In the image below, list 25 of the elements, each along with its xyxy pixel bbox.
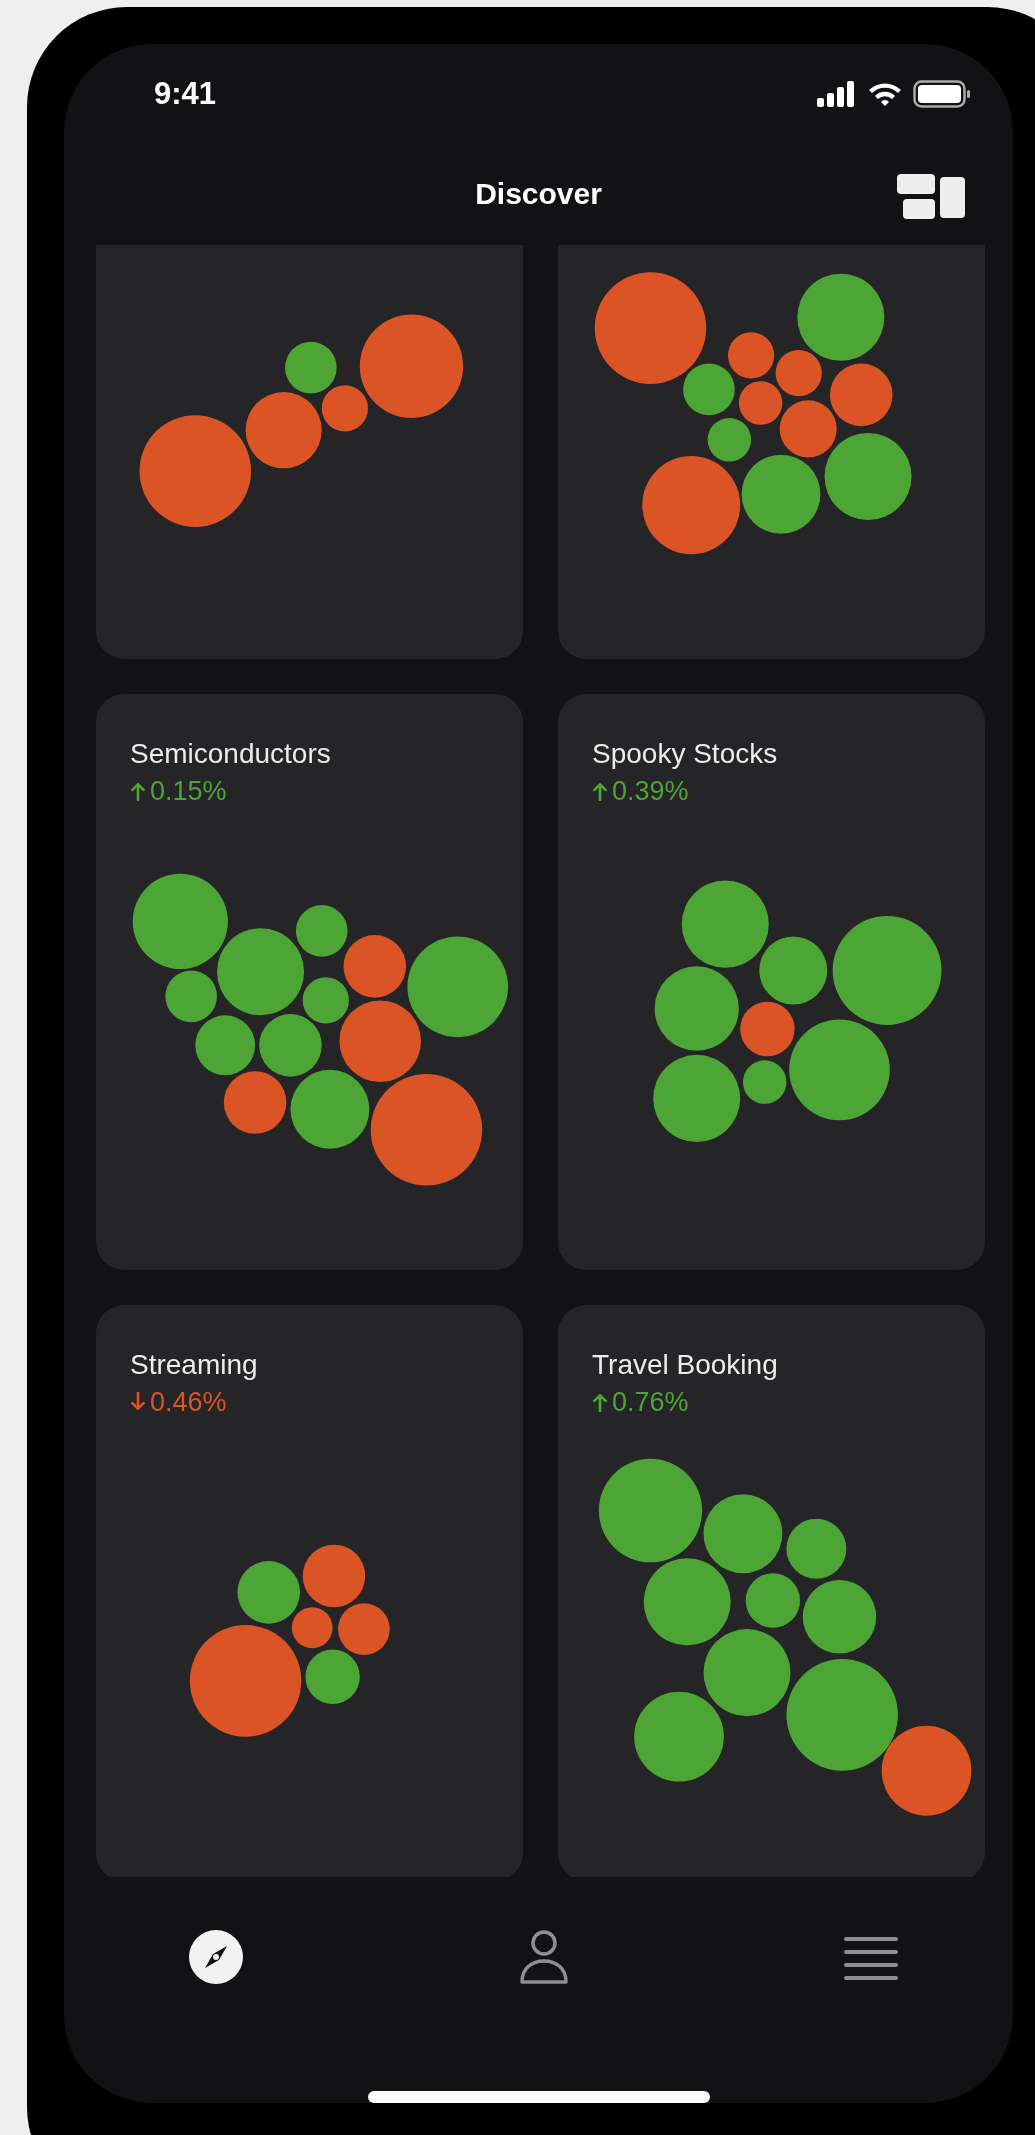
sector-title: Travel Booking (592, 1348, 779, 1381)
sector-title: Semiconductors (130, 737, 332, 770)
percent-change: 0.76% (612, 1386, 689, 1418)
up-arrow-icon (130, 781, 146, 802)
status-time: 9:41 (154, 75, 217, 112)
up-arrow-icon (592, 781, 608, 802)
up-arrow-icon (592, 1392, 608, 1413)
screen-title: Discover (475, 177, 602, 212)
sector-title: Streaming (130, 1348, 259, 1381)
down-arrow-icon (130, 1392, 146, 1413)
sector-card[interactable] (558, 244, 985, 659)
percent-change: 0.46% (150, 1386, 227, 1418)
percent-change: 0.39% (612, 775, 689, 807)
percent-change: 0.15% (150, 775, 227, 807)
sector-title: Spooky Stocks (592, 737, 779, 770)
sector-card[interactable]: Semiconductors 0.15% (96, 693, 523, 1270)
sector-card[interactable]: Spooky Stocks 0.39% (558, 693, 985, 1270)
layout-icon (897, 173, 965, 220)
sector-card[interactable] (96, 244, 523, 659)
signal-icon (817, 80, 857, 107)
battery-icon (913, 79, 971, 108)
person-icon (518, 1929, 569, 1986)
sector-card[interactable]: Travel Booking 0.76% (558, 1304, 985, 1878)
sector-card[interactable]: Streaming 0.46% (96, 1304, 523, 1878)
compass-icon (188, 1929, 244, 1986)
